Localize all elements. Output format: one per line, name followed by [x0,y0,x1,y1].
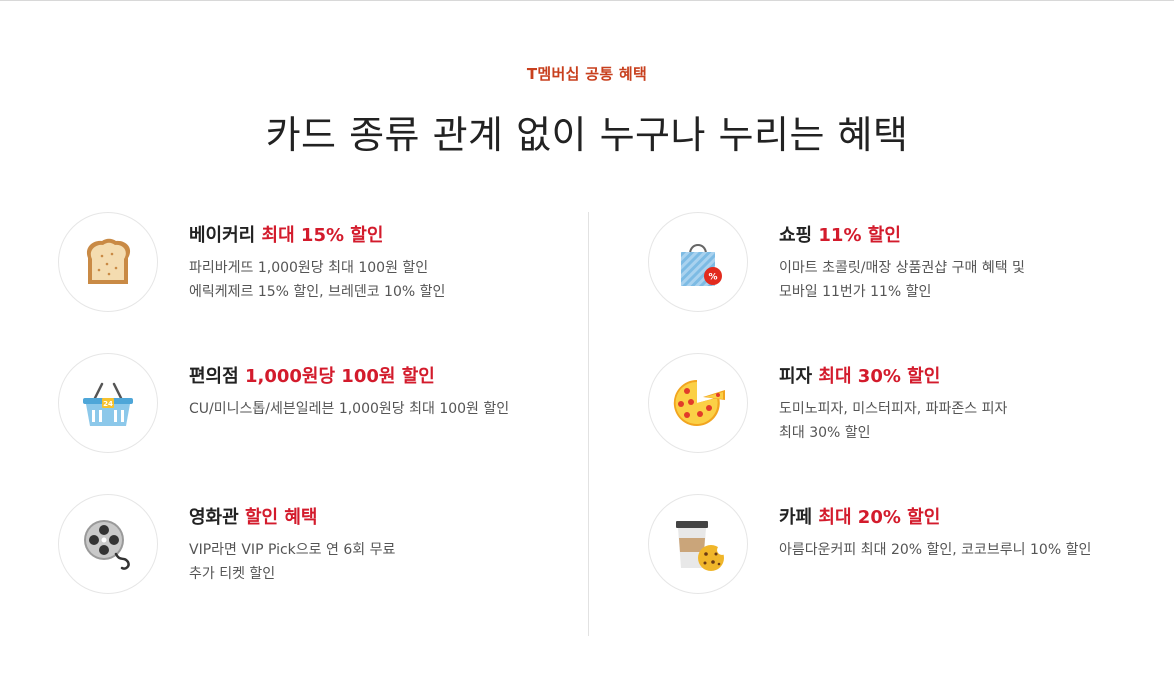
benefit-item-shopping: % 쇼핑 11% 할인 이마트 초콜릿/매장 상품권샵 구매 혜택 및 모바일 … [648,212,1168,312]
icon-circle [648,353,748,453]
benefit-title-main: 영화관 [189,507,239,528]
benefit-title: 베이커리 최대 15% 할인 [189,224,589,248]
benefit-title-highlight: 최대 20% 할인 [818,507,941,528]
page-title: 카드 종류 관계 없이 누구나 누리는 혜택 [265,113,909,157]
benefit-title-main: 쇼핑 [779,225,813,246]
shopping-bag-icon: % [681,244,722,286]
benefit-desc-line: 모바일 11번가 11% 할인 [779,284,932,300]
benefit-item-cafe: 카페 최대 20% 할인 아름다운커피 최대 20% 할인, 코코브루니 10%… [648,494,1168,594]
benefit-title-main: 카페 [779,507,813,528]
section-eyebrow: T멤버십 공통 혜택 [526,65,648,83]
basket-icon: 24 [83,382,133,426]
benefit-title-highlight: 할인 혜택 [244,507,318,528]
benefit-title-highlight: 최대 15% 할인 [261,225,384,246]
icon-circle [58,212,158,312]
benefit-desc-line: CU/미니스톱/세븐일레븐 1,000원당 최대 100원 할인 [189,401,510,417]
benefit-item-convenience-store: 24 편의점 1,000원당 100원 할인 CU/미니스톱/세븐일레븐 1,0… [58,353,578,453]
icon-circle: 24 [58,353,158,453]
film-reel-icon [84,520,130,570]
benefit-desc-line: 최대 30% 할인 [779,425,871,441]
icon-circle [58,494,158,594]
benefit-title-highlight: 1,000원당 100원 할인 [244,366,435,387]
benefit-desc-line: 이마트 초콜릿/매장 상품권샵 구매 혜택 및 [779,260,1025,276]
pizza-icon [673,379,725,426]
icon-circle [648,494,748,594]
benefit-desc-line: VIP라면 VIP Pick으로 연 6회 무료 [189,542,396,558]
benefit-title: 영화관 할인 혜택 [189,506,589,530]
icon-circle: % [648,212,748,312]
benefit-title-main: 베이커리 [189,225,256,246]
top-border [0,0,1174,1]
basket-badge: 24 [103,400,113,408]
benefit-desc-line: 도미노피자, 미스터피자, 파파존스 피자 [779,401,1008,417]
bread-icon [86,238,131,284]
benefit-item-cinema: 영화관 할인 혜택 VIP라면 VIP Pick으로 연 6회 무료 추가 티켓… [58,494,578,594]
benefit-title-highlight: 11% 할인 [818,225,901,246]
svg-text:%: % [708,273,717,283]
benefit-desc-line: 아름다운커피 최대 20% 할인, 코코브루니 10% 할인 [779,542,1092,558]
benefit-title: 카페 최대 20% 할인 [779,506,1174,530]
benefit-title-highlight: 최대 30% 할인 [818,366,941,387]
coffee-cookie-icon [676,521,727,571]
benefit-desc-line: 에릭케제르 15% 할인, 브레덴코 10% 할인 [189,284,446,300]
benefit-title: 쇼핑 11% 할인 [779,224,1174,248]
benefit-desc-line: 추가 티켓 할인 [189,566,276,582]
benefit-title-main: 피자 [779,366,813,387]
benefit-desc-line: 파리바게뜨 1,000원당 최대 100원 할인 [189,260,429,276]
benefit-title: 피자 최대 30% 할인 [779,365,1174,389]
benefit-item-pizza: 피자 최대 30% 할인 도미노피자, 미스터피자, 파파존스 피자 최대 30… [648,353,1168,453]
benefit-title-main: 편의점 [189,366,239,387]
benefit-item-bakery: 베이커리 최대 15% 할인 파리바게뜨 1,000원당 최대 100원 할인 … [58,212,578,312]
benefit-title: 편의점 1,000원당 100원 할인 [189,365,589,389]
